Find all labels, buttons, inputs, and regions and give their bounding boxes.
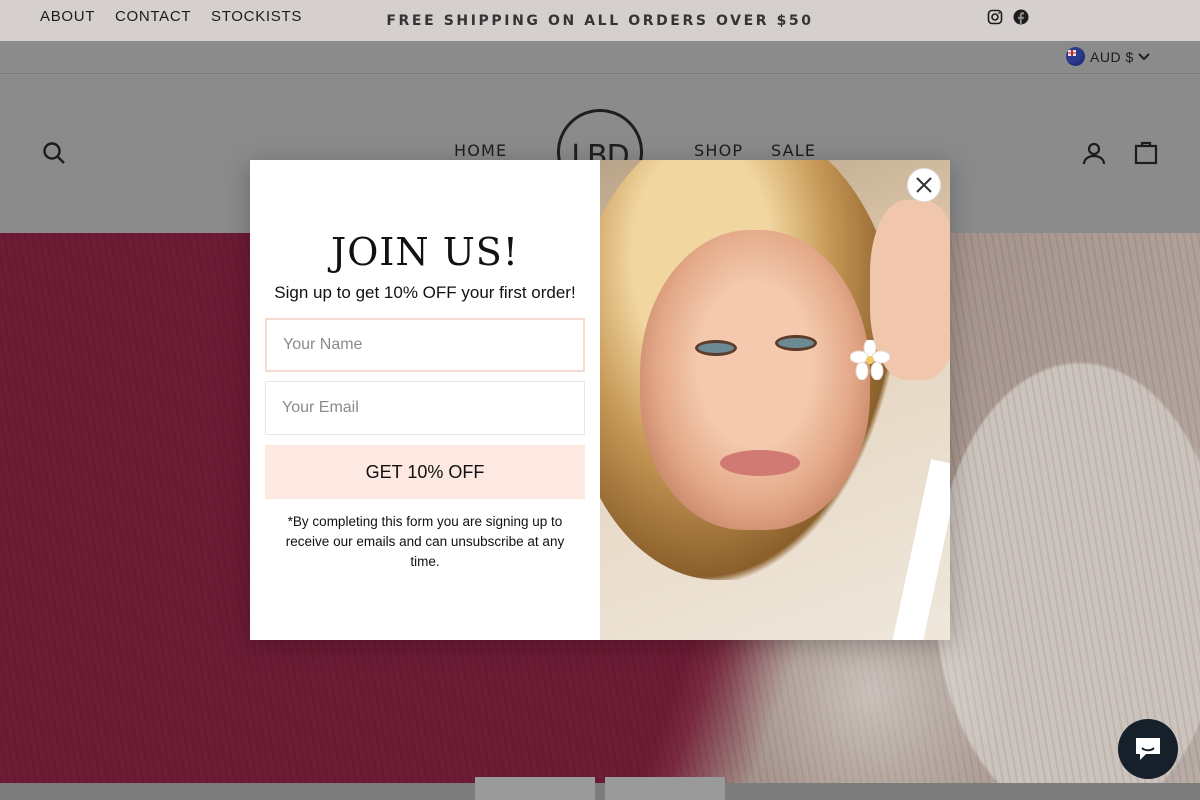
nav-sale-link[interactable]: SALE (771, 141, 816, 160)
get-discount-button[interactable]: GET 10% OFF (265, 445, 585, 499)
name-field[interactable] (265, 318, 585, 372)
nav-home-link[interactable]: HOME (454, 141, 507, 160)
hero-button-right[interactable] (605, 777, 725, 800)
hero-button-left[interactable] (475, 777, 595, 800)
facebook-icon[interactable] (1013, 9, 1029, 25)
signup-form: JOIN US! Sign up to get 10% OFF your fir… (250, 160, 600, 640)
nav-stockists-link[interactable]: STOCKISTS (211, 8, 302, 25)
chat-icon (1136, 738, 1160, 760)
account-icon[interactable] (1082, 141, 1106, 165)
close-icon (916, 177, 932, 193)
instagram-icon[interactable] (987, 9, 1003, 25)
signup-disclaimer: *By completing this form you are signing… (285, 514, 565, 569)
modal-title: JOIN US! (330, 230, 520, 274)
nav-about-link[interactable]: ABOUT (40, 8, 95, 25)
utility-bar (0, 41, 1200, 74)
currency-selector[interactable]: AUD $ (1090, 49, 1134, 65)
nav-shop-link[interactable]: SHOP (694, 141, 743, 160)
chat-button[interactable] (1118, 719, 1178, 779)
australia-flag-icon[interactable] (1066, 47, 1085, 66)
search-icon[interactable] (42, 141, 66, 165)
email-field[interactable] (265, 381, 585, 435)
modal-subtitle: Sign up to get 10% OFF your first order! (274, 283, 576, 302)
nav-contact-link[interactable]: CONTACT (115, 8, 191, 25)
chevron-down-icon[interactable] (1138, 52, 1150, 62)
signup-modal: JOIN US! Sign up to get 10% OFF your fir… (250, 160, 950, 640)
announcement-text: FREE SHIPPING ON ALL ORDERS OVER $50 (386, 12, 814, 29)
flower-earring-image (850, 340, 890, 380)
page-bottom-strip (0, 783, 1200, 800)
model-photo (600, 160, 950, 640)
close-modal-button[interactable] (907, 168, 941, 202)
cart-icon[interactable] (1134, 139, 1158, 165)
